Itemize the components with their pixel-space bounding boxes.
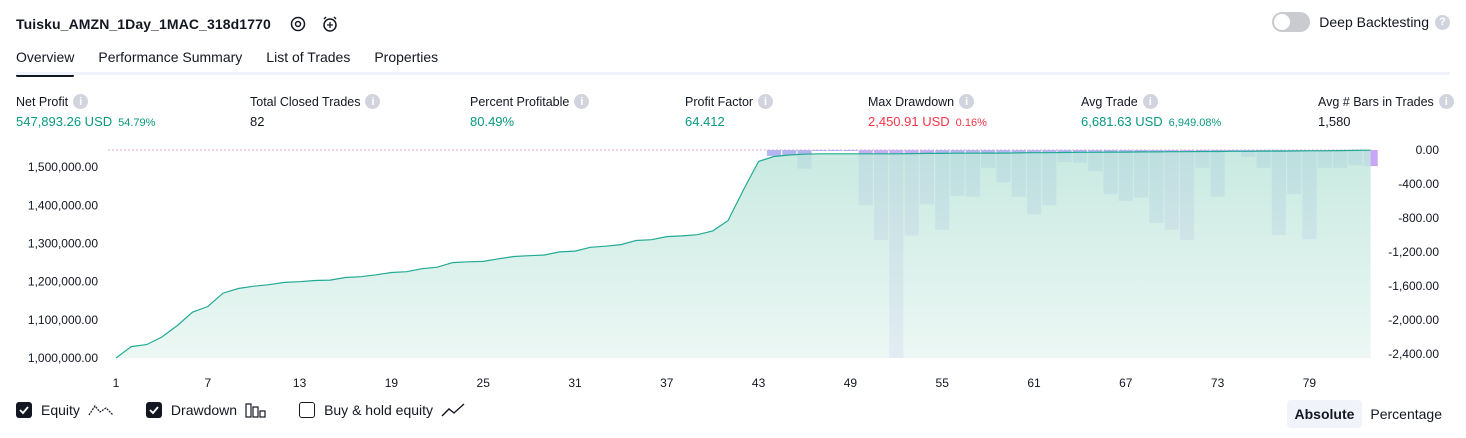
metric-percent: 54.79%: [118, 117, 156, 129]
legend-equity[interactable]: Equity: [16, 402, 114, 418]
metric-label: Total Closed Trades: [250, 94, 361, 109]
help-icon[interactable]: i: [1438, 94, 1454, 109]
checkbox-unchecked-icon[interactable]: [299, 402, 316, 418]
tab-overview[interactable]: Overview: [16, 44, 75, 77]
chart-legend: Equity Drawdown Buy & hold equity: [16, 402, 497, 418]
x-tick-label: 25: [477, 376, 491, 390]
x-tick-label: 19: [385, 376, 399, 390]
y-right-tick-label: 0.00: [1416, 143, 1440, 157]
x-tick-label: 7: [204, 376, 211, 390]
help-icon[interactable]: i: [365, 94, 381, 109]
tab-bar: Overview Performance Summary List of Tra…: [16, 44, 462, 77]
x-tick-label: 55: [936, 376, 950, 390]
alarm-plus-icon[interactable]: [319, 13, 341, 35]
metric-profit-factor: Profit Factor i 64.412: [685, 94, 774, 129]
equity-drawdown-chart[interactable]: 1 7 13 19 25 31 37 43 49 55 61 67 73 79 1,500,000.00 1,…: [0, 140, 1466, 390]
y-left-tick-label: 1,100,000.00: [28, 313, 98, 327]
y-right-tick-label: -400.00: [1398, 177, 1439, 191]
drawdown-bar[interactable]: [766, 150, 781, 156]
x-tick-label: 73: [1211, 376, 1225, 390]
y-left-tick-label: 1,200,000.00: [28, 275, 98, 289]
trend-line-icon: [441, 402, 465, 418]
drawdown-bar[interactable]: [828, 150, 843, 151]
y-right-tick-label: -1,200.00: [1388, 245, 1439, 259]
x-tick-label: 43: [752, 376, 766, 390]
metric-label: Avg # Bars in Trades: [1318, 94, 1434, 109]
y-right-tick-label: -800.00: [1398, 211, 1439, 225]
tab-performance-summary[interactable]: Performance Summary: [98, 44, 242, 74]
x-tick-label: 49: [844, 376, 858, 390]
metric-percent-profitable: Percent Profitable i 80.49%: [470, 94, 590, 129]
checkbox-checked-icon[interactable]: [16, 402, 32, 418]
y-right-tick-label: -2,000.00: [1388, 313, 1439, 327]
y-left-tick-label: 1,400,000.00: [28, 198, 98, 212]
x-tick-label: 1: [113, 376, 120, 390]
checkbox-checked-icon[interactable]: [145, 402, 162, 418]
tab-list-of-trades[interactable]: List of Trades: [266, 44, 350, 74]
y-left-tick-label: 1,300,000.00: [28, 237, 98, 251]
metric-value: 1,580: [1318, 114, 1351, 129]
tab-properties[interactable]: Properties: [374, 44, 438, 74]
legend-drawdown[interactable]: Drawdown: [145, 402, 267, 418]
legend-label: Drawdown: [170, 402, 238, 418]
help-icon[interactable]: i: [758, 94, 774, 109]
gear-icon[interactable]: [287, 13, 309, 35]
deep-backtesting: Deep Backtesting ?: [1272, 12, 1450, 32]
metric-value: 80.49%: [470, 114, 515, 129]
legend-buy-hold[interactable]: Buy & hold equity: [299, 402, 465, 418]
metric-value: 64.412: [685, 114, 725, 129]
x-tick-label: 31: [568, 376, 582, 390]
x-tick-label: 61: [1027, 376, 1041, 390]
tab-divider: [16, 72, 1450, 75]
metric-percent: 6,949.08%: [1168, 117, 1222, 129]
help-icon[interactable]: i: [959, 94, 975, 109]
strategy-header: Tuisku_AMZN_1Day_1MAC_318d1770: [16, 12, 341, 36]
y-right-tick-label: -2,400.00: [1388, 347, 1439, 361]
help-icon[interactable]: ?: [1435, 14, 1450, 30]
metric-label: Max Drawdown: [868, 94, 955, 109]
metric-value: 2,450.91 USD: [868, 114, 950, 129]
drawdown-bar[interactable]: [843, 150, 858, 151]
help-icon[interactable]: i: [1142, 94, 1158, 109]
legend-label: Equity: [41, 402, 80, 418]
help-icon[interactable]: i: [73, 94, 89, 109]
metric-label: Profit Factor: [685, 94, 754, 109]
equity-area: [116, 150, 1371, 358]
metric-value: 82: [250, 114, 265, 129]
metric-total-closed-trades: Total Closed Trades i 82: [250, 94, 381, 129]
y-right-tick-label: -1,600.00: [1388, 279, 1439, 293]
toggle-knob: [1274, 14, 1291, 30]
strategy-title: Tuisku_AMZN_1Day_1MAC_318d1770: [16, 16, 271, 32]
x-tick-label: 37: [660, 376, 674, 390]
metric-max-drawdown: Max Drawdown i 2,450.91 USD 0.16%: [868, 94, 987, 129]
absolute-button[interactable]: Absolute: [1286, 400, 1363, 428]
metric-value: 547,893.26 USD: [16, 114, 113, 129]
equity-line-icon: [88, 402, 114, 418]
deep-backtesting-toggle[interactable]: [1272, 12, 1311, 32]
metric-avg-bars: Avg # Bars in Trades i 1,580: [1318, 94, 1454, 129]
metric-avg-trade: Avg Trade i 6,681.63 USD 6,949.08%: [1081, 94, 1221, 129]
y-left-tick-label: 1,000,000.00: [28, 351, 98, 365]
deep-backtesting-label: Deep Backtesting: [1319, 14, 1429, 30]
drawdown-bar[interactable]: [812, 150, 827, 151]
metric-label: Percent Profitable: [470, 94, 570, 109]
x-tick-label: 67: [1119, 376, 1133, 390]
metric-percent: 0.16%: [955, 117, 987, 129]
bars-icon: [245, 402, 267, 418]
y-left-tick-label: 1,500,000.00: [28, 160, 98, 174]
x-tick-label: 79: [1303, 376, 1317, 390]
metric-net-profit: Net Profit i 547,893.26 USD 54.79%: [16, 94, 155, 129]
help-icon[interactable]: i: [574, 94, 590, 109]
x-tick-label: 13: [293, 376, 307, 390]
metric-value: 6,681.63 USD: [1081, 114, 1163, 129]
percentage-button[interactable]: Percentage: [1362, 400, 1450, 428]
metric-label: Net Profit: [16, 94, 69, 109]
view-mode-switch: Absolute Percentage: [1286, 400, 1451, 428]
metric-label: Avg Trade: [1081, 94, 1138, 109]
legend-label: Buy & hold equity: [324, 402, 434, 418]
